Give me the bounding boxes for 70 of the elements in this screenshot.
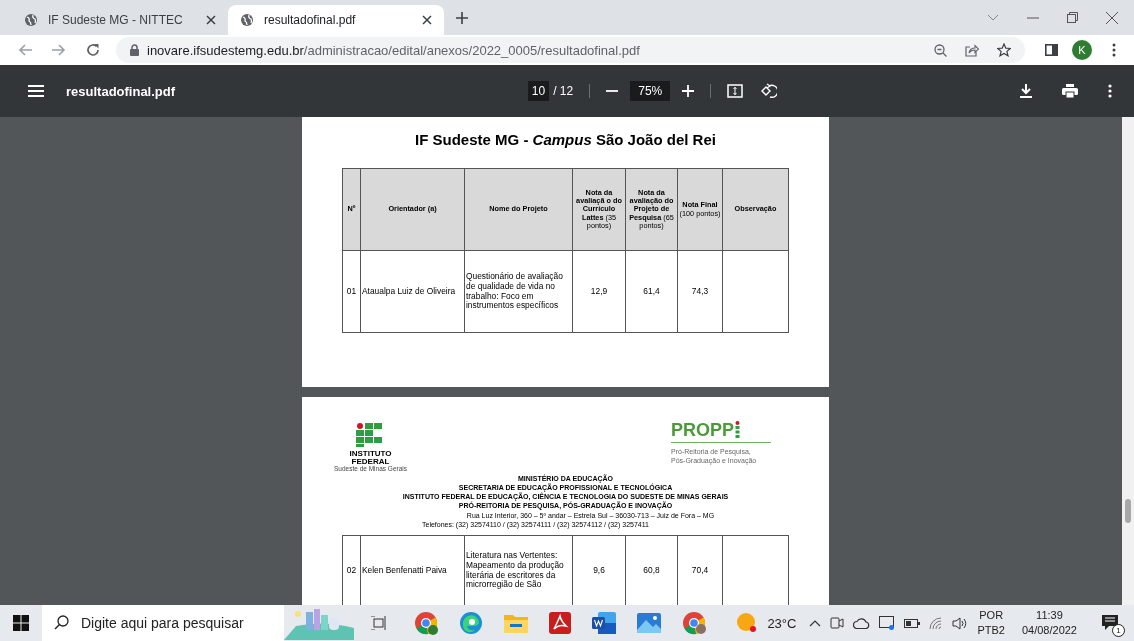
close-icon[interactable]	[422, 15, 432, 25]
restore-icon[interactable]	[1067, 12, 1078, 23]
address-field[interactable]: inovare.ifsudestemg.edu.br/administracao/edital/anexos/2022_0005/resultadofinal.pdf	[116, 37, 1025, 63]
chevron-up-icon[interactable]	[809, 619, 822, 627]
globe-icon	[24, 13, 38, 27]
reload-icon[interactable]	[86, 43, 100, 57]
language-indicator[interactable]: POR	[979, 607, 1004, 623]
cloud-icon[interactable]	[853, 617, 871, 629]
clock-date[interactable]: 04/08/2022	[1021, 623, 1077, 639]
lock-icon	[130, 44, 139, 56]
forward-icon[interactable]	[52, 44, 66, 56]
browser-tab[interactable]: IF Sudeste MG - NITTEC	[12, 5, 228, 35]
clock-time[interactable]: 11:39	[1036, 607, 1063, 623]
new-tab-icon[interactable]	[456, 11, 468, 24]
volume-icon[interactable]	[952, 616, 969, 630]
keyboard-layout[interactable]: PTB2	[977, 623, 1005, 639]
search-icon	[54, 615, 69, 630]
weather-sun-icon[interactable]	[736, 612, 759, 634]
chevron-down-icon[interactable]	[987, 13, 999, 22]
photos-icon[interactable]	[637, 613, 661, 633]
menu-icon[interactable]	[28, 85, 44, 97]
folder-icon[interactable]	[504, 613, 528, 633]
meet-icon[interactable]	[830, 616, 845, 630]
side-panel-icon[interactable]	[1045, 44, 1058, 56]
document-title: resultadofinal.pdf	[66, 83, 176, 99]
profile-avatar[interactable]: K	[1072, 40, 1092, 60]
table-cell: Questionário de avaliação de qualidade de vida no trabalho: Foco em instrumentos específicos	[464, 250, 573, 333]
close-icon[interactable]	[206, 15, 216, 25]
chrome-icon[interactable]	[414, 611, 438, 635]
scrollbar-thumb[interactable]	[1125, 499, 1131, 523]
page-number-field[interactable]: 10	[527, 81, 550, 101]
browser-tab[interactable]: resultadofinal.pdf	[228, 5, 444, 35]
edge-icon[interactable]	[459, 611, 483, 635]
zoom-in-icon[interactable]	[682, 85, 695, 97]
proppi-mark-icon	[735, 421, 741, 439]
pdf-reader-icon[interactable]	[549, 612, 571, 634]
table-cell: 12,9	[572, 250, 626, 333]
close-icon[interactable]	[1106, 11, 1118, 24]
temperature[interactable]: 23°C	[767, 615, 797, 631]
notification-icon[interactable]	[1102, 615, 1120, 631]
institute-name: INSTITUTO FEDERAL	[348, 450, 393, 466]
table-cell: Ataualpa Luiz de Oliveira	[360, 250, 465, 333]
proppi-logo-text: PROPP	[671, 421, 735, 439]
windows-start-icon[interactable]	[13, 615, 29, 631]
chrome-icon[interactable]	[682, 611, 706, 635]
battery-icon[interactable]	[904, 618, 921, 628]
taskbar-search-field[interactable]: Digite aqui para pesquisar	[42, 605, 284, 641]
url-text: inovare.ifsudestemg.edu.br/administracao/edital/anexos/2022_0005/resultadofinal.pdf	[147, 42, 640, 58]
back-icon[interactable]	[18, 44, 32, 56]
notification-count: 1	[1112, 624, 1125, 637]
screen-icon[interactable]	[879, 616, 896, 630]
more-icon[interactable]	[1108, 84, 1112, 98]
more-icon[interactable]	[1112, 43, 1116, 57]
fit-page-icon[interactable]	[727, 84, 744, 98]
table-cell: 74,3	[677, 250, 723, 333]
page-heading: IF Sudeste MG - Campus São João del Rei	[414, 131, 717, 148]
wifi-icon[interactable]	[929, 616, 944, 630]
task-view-icon[interactable]	[371, 616, 387, 630]
table-cell: 01	[342, 250, 361, 333]
download-icon[interactable]	[1020, 84, 1032, 98]
share-icon[interactable]	[965, 43, 979, 57]
print-icon[interactable]	[1062, 84, 1078, 98]
zoom-level-field[interactable]: 75%	[630, 81, 671, 101]
rotate-icon[interactable]	[761, 83, 778, 99]
page-count: / 12	[553, 84, 574, 98]
star-icon[interactable]	[997, 43, 1011, 57]
document-app-icon[interactable]	[592, 612, 616, 634]
table-cell: 61,4	[625, 250, 678, 333]
globe-icon	[240, 13, 254, 27]
zoom-out-icon[interactable]	[934, 43, 947, 57]
